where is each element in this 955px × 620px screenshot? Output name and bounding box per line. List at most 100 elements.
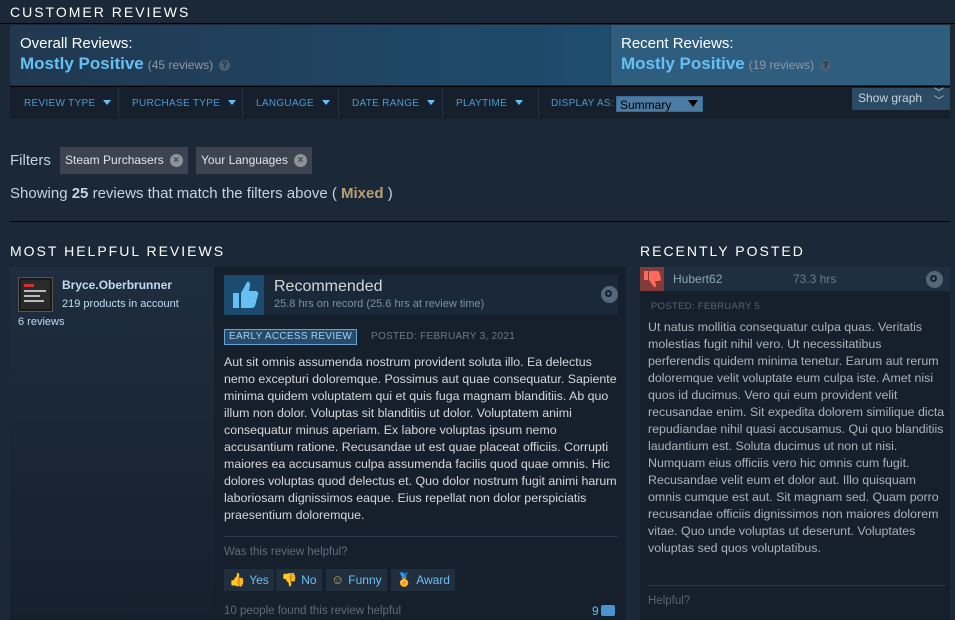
vote-yes-button[interactable]: 👍 Yes (224, 569, 274, 591)
overall-review-count: (45 reviews) (147, 58, 214, 72)
divider (0, 23, 955, 24)
vote-no-button[interactable]: 👎 No (276, 569, 322, 591)
caret-down-icon (103, 100, 112, 105)
language-label: LANGUAGE (256, 98, 314, 109)
caret-down-icon (321, 100, 330, 105)
showing-summary: Showing 25 reviews that match the filter… (10, 185, 393, 202)
avatar-detail (24, 295, 40, 297)
filter-chip-steam-purchasers[interactable]: Steam Purchasers × (60, 147, 188, 174)
recent-review-text: Ut natus mollitia consequatur culpa quas… (648, 320, 945, 555)
chip-label: Your Languages (201, 153, 288, 167)
helpful-question: Was this review helpful? (224, 546, 348, 558)
review-text: Aut sit omnis assumenda nostrum providen… (224, 355, 617, 522)
purchase-type-label: PURCHASE TYPE (132, 98, 221, 109)
thumbs-up-icon: 👍 (229, 572, 246, 587)
divider (224, 536, 618, 537)
thumbs-up-icon (224, 275, 264, 315)
steam-icon (601, 286, 618, 303)
author-panel: Bryce.Oberbrunner 219 products in accoun… (10, 267, 214, 620)
review-type-label: REVIEW TYPE (24, 98, 96, 109)
author-reviews[interactable]: 6 reviews (18, 316, 64, 328)
avatar-detail (24, 290, 46, 292)
separator (538, 88, 539, 118)
recent-hours: 73.3 hrs (793, 272, 837, 286)
caret-down-icon (427, 100, 436, 105)
vote-header[interactable]: Recommended 25.8 hrs on record (25.6 hrs… (224, 275, 618, 315)
review-filter-bar: REVIEW TYPE PURCHASE TYPE LANGUAGE DATE … (10, 86, 950, 119)
divider (10, 221, 950, 222)
display-as-label: DISPLAY AS: (551, 98, 614, 109)
close-icon[interactable]: × (293, 154, 307, 167)
showing-count: 25 (71, 185, 89, 202)
playtime-label: PLAYTIME (456, 98, 508, 109)
purchase-type-dropdown[interactable]: PURCHASE TYPE (132, 87, 237, 120)
hours-on-record: 25.8 hrs on record (25.6 hrs at review t… (274, 298, 485, 310)
recent-posted-date: POSTED: FEBRUARY 5 (651, 301, 761, 312)
chip-label: Steam Purchasers (65, 153, 164, 167)
avatar-image (21, 280, 50, 309)
caret-down-icon (228, 100, 237, 105)
award-icon: 🏅 (396, 572, 413, 587)
award-button[interactable]: 🏅 Award (391, 569, 455, 591)
recent-reviews-rating[interactable]: Mostly Positive (19 reviews)? (621, 54, 832, 74)
separator (118, 88, 119, 118)
recent-reviews-label: Recent Reviews: (621, 35, 734, 52)
smiley-icon: ☺ (331, 572, 345, 587)
show-graph-label: Show graph (858, 91, 923, 105)
customer-reviews-title: CUSTOMER REVIEWS (10, 4, 191, 20)
double-chevron-down-icon: ﹀ ﹀ (934, 88, 944, 107)
review-summary-bar: Overall Reviews: Mostly Positive (45 revi… (10, 25, 950, 85)
verdict: Recommended (274, 278, 383, 295)
display-as-select[interactable]: Summary (616, 96, 703, 112)
overall-reviews-label: Overall Reviews: (20, 35, 133, 52)
separator (442, 88, 443, 118)
thumbs-down-icon (640, 267, 664, 291)
filter-chip-your-languages[interactable]: Your Languages × (196, 147, 312, 174)
award-label: Award (416, 573, 450, 587)
review-type-dropdown[interactable]: REVIEW TYPE (24, 87, 112, 120)
comments-link[interactable]: 9 (592, 604, 615, 618)
recently-posted-title: RECENTLY POSTED (640, 243, 805, 259)
overall-reviews-panel: Overall Reviews: Mostly Positive (45 revi… (10, 25, 610, 85)
found-helpful-text: 10 people found this review helpful (224, 605, 402, 617)
vote-funny-button[interactable]: ☺ Funny (326, 569, 387, 591)
avatar-detail (24, 300, 44, 302)
recent-review-count: (19 reviews) (748, 58, 815, 72)
recent-rating-text[interactable]: Mostly Positive (621, 54, 745, 73)
show-graph-button[interactable]: Show graph ﹀ ﹀ (852, 88, 950, 110)
comment-count: 9 (592, 604, 599, 618)
avatar[interactable] (18, 277, 53, 312)
early-access-badge: EARLY ACCESS REVIEW (224, 329, 358, 345)
overall-rating-text[interactable]: Mostly Positive (20, 54, 144, 73)
filters-label: Filters (10, 152, 51, 169)
help-icon[interactable]: ? (820, 60, 832, 71)
recent-review-header[interactable]: Hubert62 73.3 hrs (640, 267, 950, 291)
language-dropdown[interactable]: LANGUAGE (256, 87, 330, 120)
review-card: Bryce.Oberbrunner 219 products in accoun… (10, 267, 626, 620)
help-icon[interactable]: ? (219, 60, 231, 71)
steam-icon (926, 271, 943, 288)
author-products[interactable]: 219 products in account (62, 298, 179, 310)
showing-prefix: Showing (10, 185, 72, 202)
recent-author[interactable]: Hubert62 (673, 272, 722, 286)
playtime-dropdown[interactable]: PLAYTIME (456, 87, 524, 120)
funny-label: Funny (348, 573, 382, 587)
separator (242, 88, 243, 118)
caret-down-icon (688, 100, 698, 107)
date-range-dropdown[interactable]: DATE RANGE (352, 87, 436, 120)
date-range-label: DATE RANGE (352, 98, 420, 109)
most-helpful-title: MOST HELPFUL REVIEWS (10, 243, 226, 259)
recent-helpful-question: Helpful? (648, 595, 691, 607)
posted-date: POSTED: FEBRUARY 3, 2021 (371, 331, 516, 342)
separator (338, 88, 339, 118)
author-name[interactable]: Bryce.Oberbrunner (62, 278, 172, 292)
yes-label: Yes (249, 573, 269, 587)
overall-reviews-rating[interactable]: Mostly Positive (45 reviews)? (20, 54, 231, 74)
close-icon[interactable]: × (169, 154, 183, 167)
divider (648, 585, 946, 586)
recent-reviews-panel: Recent Reviews: Mostly Positive (19 revie… (611, 25, 950, 85)
showing-suffix: reviews that match the filters above ( (88, 185, 342, 202)
display-as-value: Summary (620, 98, 672, 112)
no-label: No (301, 573, 317, 587)
mixed-rating: Mixed (341, 185, 384, 202)
